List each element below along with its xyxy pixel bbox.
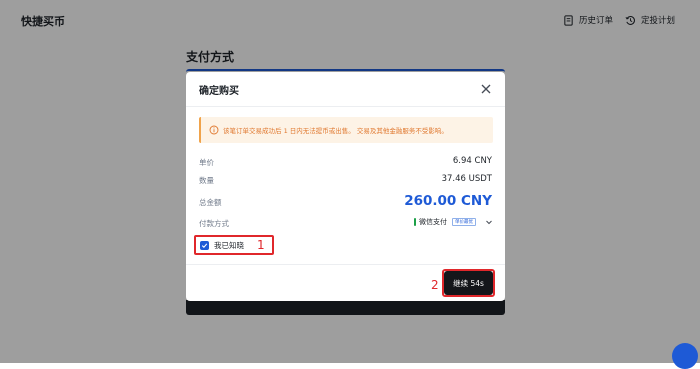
total-value: 260.00 CNY [404,193,492,209]
unit-price-label: 单价 [199,158,214,167]
payment-method-name: 微信支付 [419,218,447,226]
warning-notice: 该笔订单交易成功后 1 日内无法提币或出售。 交易及其他金融服务不受影响。 [199,117,493,143]
annotation-number-1: 1 [257,238,265,252]
payment-method-select[interactable]: 微信支付 单价最优 [414,217,493,227]
payment-method-label: 付款方式 [199,219,229,228]
footer-divider [186,264,505,265]
dialog-title: 确定购买 [199,86,239,97]
dialog-header: 确定购买 [186,72,505,107]
unit-price-value: 6.94 CNY [452,156,492,166]
close-icon [481,84,491,94]
checkbox-checked-icon [200,240,209,250]
best-price-badge: 单价最优 [452,218,476,226]
quantity-value: 37.46 USDT [441,174,492,184]
chevron-down-icon [486,220,492,225]
support-chat-button[interactable] [672,343,698,369]
confirm-purchase-dialog: 确定购买 该笔订单交易成功后 1 日内无法提币或出售。 交易及其他金融服务不受影… [186,72,505,301]
warning-text: 该笔订单交易成功后 1 日内无法提币或出售。 交易及其他金融服务不受影响。 [223,127,448,135]
close-button[interactable] [479,81,493,95]
annotation-number-2: 2 [431,278,439,292]
wechat-pay-icon [414,218,416,226]
info-icon [209,125,219,135]
continue-button[interactable]: 继续 54s [444,271,493,295]
quantity-label: 数量 [199,176,214,185]
acknowledge-label: 我已知晓 [214,240,244,250]
total-label: 总金额 [199,198,222,207]
